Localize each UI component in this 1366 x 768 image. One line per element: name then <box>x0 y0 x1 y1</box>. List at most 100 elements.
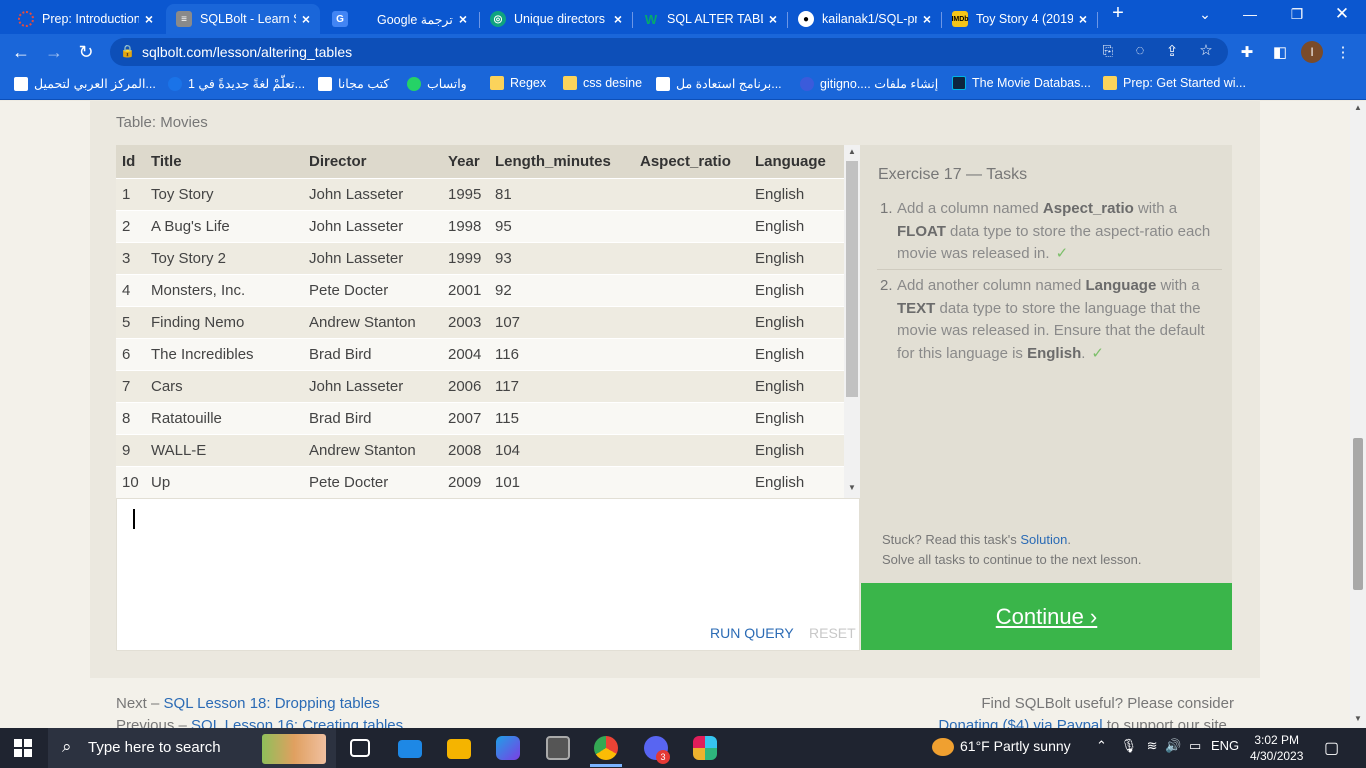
table-cell: English <box>749 465 844 498</box>
tab-title: kailanak1/SQL-pr <box>822 12 917 26</box>
scrollbar-thumb[interactable] <box>846 161 858 397</box>
mail-icon[interactable] <box>398 740 422 758</box>
close-icon[interactable]: × <box>769 11 777 27</box>
table-scrollbar[interactable]: ▲ ▼ <box>844 145 860 498</box>
tab-unique-directors[interactable]: ◎ Unique directors × <box>480 4 632 34</box>
table-cell: 7 <box>116 369 145 402</box>
new-tab-button[interactable]: + <box>1098 2 1138 25</box>
file-explorer-icon[interactable] <box>447 739 471 759</box>
volume-icon[interactable]: 🔊 <box>1165 738 1181 753</box>
bookmark-label: css desine <box>583 76 643 90</box>
bookmark-item[interactable]: واتساب <box>407 76 467 91</box>
page-scrollbar[interactable]: ▲ ▼ <box>1350 101 1366 728</box>
taskbar-search-box[interactable]: ⌕ Type here to search <box>48 728 336 768</box>
maximize-button[interactable]: ❐ <box>1277 6 1317 23</box>
table-cell: English <box>749 433 844 466</box>
chevron-up-icon[interactable]: ⌃ <box>1096 738 1107 753</box>
scroll-down-arrow-icon[interactable]: ▼ <box>848 483 856 492</box>
minimize-button[interactable]: — <box>1230 6 1270 22</box>
bookmark-item[interactable]: كتب مجانا <box>318 76 389 91</box>
folder-icon <box>1103 76 1117 90</box>
tab-search-icon[interactable]: ⌄ <box>1185 6 1225 23</box>
copilot-icon[interactable] <box>496 736 520 760</box>
url-bar[interactable]: 🔒 sqlbolt.com/lesson/altering_tables ⎘ ◌… <box>110 38 1228 66</box>
bookmark-item[interactable]: The Movie Databas... <box>952 76 1091 90</box>
app-icon[interactable] <box>546 736 570 760</box>
share-icon[interactable]: ⇪ <box>1162 42 1182 60</box>
tab-title: Unique directors <box>514 12 606 26</box>
table-cell: 2 <box>116 209 145 242</box>
scroll-up-arrow-icon[interactable]: ▲ <box>1354 103 1362 112</box>
close-window-button[interactable]: ✕ <box>1322 4 1362 24</box>
reload-button[interactable]: ↻ <box>75 41 97 63</box>
table-cell: Pete Docter <box>303 465 442 498</box>
table-cell: 10 <box>116 465 145 498</box>
text-caret <box>133 509 135 529</box>
slack-icon[interactable] <box>693 736 717 760</box>
eye-slash-icon[interactable]: ◌ <box>1130 42 1150 59</box>
close-icon[interactable]: × <box>302 11 310 27</box>
task-item-2: 2. Add another column named Language wit… <box>880 275 1225 365</box>
taskbar-clock[interactable]: 3:02 PM 4/30/2023 <box>1250 732 1303 764</box>
continue-button[interactable]: Continue › <box>861 583 1232 650</box>
close-icon[interactable]: × <box>1079 11 1087 27</box>
table-row: 8 Ratatouille Brad Bird 2007 115 English <box>116 401 844 434</box>
scroll-down-arrow-icon[interactable]: ▼ <box>1354 714 1362 723</box>
scrollbar-thumb[interactable] <box>1353 438 1363 590</box>
bookmark-item[interactable]: Prep: Get Started wi... <box>1103 76 1246 90</box>
table-cell: English <box>749 305 844 338</box>
kebab-menu-icon[interactable]: ⋮ <box>1333 43 1353 61</box>
translate-page-icon[interactable]: ⎘ <box>1098 43 1118 59</box>
tab-prep-introduction[interactable]: Prep: Introduction × <box>8 4 163 34</box>
windows-start-icon[interactable] <box>14 739 32 757</box>
table-cell: Cars <box>145 369 303 402</box>
tmdb-icon <box>952 76 966 90</box>
side-panel-icon[interactable]: ◧ <box>1270 43 1290 61</box>
bookmark-item[interactable]: gitigno.... إنشاء ملفات <box>800 76 938 91</box>
back-button[interactable]: ← <box>10 41 32 63</box>
url-text[interactable]: sqlbolt.com/lesson/altering_tables <box>142 44 352 60</box>
chrome-icon[interactable] <box>594 736 618 760</box>
wifi-icon[interactable]: ≋ <box>1147 738 1158 753</box>
task-view-icon[interactable] <box>350 739 370 757</box>
battery-icon[interactable]: ▭ <box>1189 738 1201 753</box>
microphone-icon[interactable]: 🎙 <box>1121 738 1138 753</box>
weather-widget[interactable]: 61°F Partly sunny <box>932 738 1071 757</box>
column-header: Length_minutes <box>489 145 634 178</box>
table-cell: 115 <box>489 401 634 434</box>
language-indicator[interactable]: ENG <box>1211 738 1239 753</box>
table-cell: 2006 <box>442 369 489 402</box>
forward-button[interactable]: → <box>43 41 65 63</box>
close-icon[interactable]: × <box>614 11 622 27</box>
notification-center-icon[interactable]: ▢ <box>1324 738 1339 758</box>
bookmark-item[interactable]: Regex <box>490 76 546 90</box>
extensions-puzzle-icon[interactable]: ✚ <box>1237 43 1257 61</box>
table-row: 1 Toy Story John Lasseter 1995 81 English <box>116 177 844 210</box>
profile-avatar[interactable]: I <box>1301 41 1323 63</box>
bookmark-label: كتب مجانا <box>338 77 390 91</box>
bookmark-star-icon[interactable]: ☆ <box>1196 41 1216 59</box>
solution-link[interactable]: Solution <box>1020 532 1067 547</box>
scroll-up-arrow-icon[interactable]: ▲ <box>848 147 856 156</box>
browser-tab-strip: Prep: Introduction × ≡ SQLBolt - Learn S… <box>0 0 1366 34</box>
tab-sqlbolt[interactable]: ≡ SQLBolt - Learn S × <box>166 4 320 34</box>
close-icon[interactable]: × <box>923 11 931 27</box>
tab-google-translate[interactable]: G Google ترجمة × <box>322 4 477 34</box>
book-icon <box>318 76 332 91</box>
table-cell: 104 <box>489 433 634 466</box>
tab-github[interactable]: ● kailanak1/SQL-pr × <box>788 4 941 34</box>
close-icon[interactable]: × <box>145 11 153 27</box>
bookmark-item[interactable]: المركز العربي لتحميل... <box>14 76 156 91</box>
run-query-button[interactable]: RUN QUERY <box>710 625 794 641</box>
bookmark-item[interactable]: تعلّمْ لغةً جديدةً في 1... <box>168 76 305 91</box>
close-icon[interactable]: × <box>459 11 467 27</box>
table-row: 10 Up Pete Docter 2009 101 English <box>116 465 844 498</box>
tab-sql-alter-table[interactable]: W SQL ALTER TABLE × <box>633 4 787 34</box>
next-lesson-nav: Next – SQL Lesson 18: Dropping tables <box>116 695 380 712</box>
tab-toy-story-4[interactable]: IMDb Toy Story 4 (2019 × <box>942 4 1097 34</box>
check-icon: ✓ <box>1091 344 1104 362</box>
next-lesson-link[interactable]: SQL Lesson 18: Dropping tables <box>164 695 380 712</box>
bookmark-item[interactable]: برنامج استعادة مل... <box>656 76 782 91</box>
bookmark-item[interactable]: css desine <box>563 76 642 90</box>
reset-button[interactable]: RESET <box>809 625 856 641</box>
